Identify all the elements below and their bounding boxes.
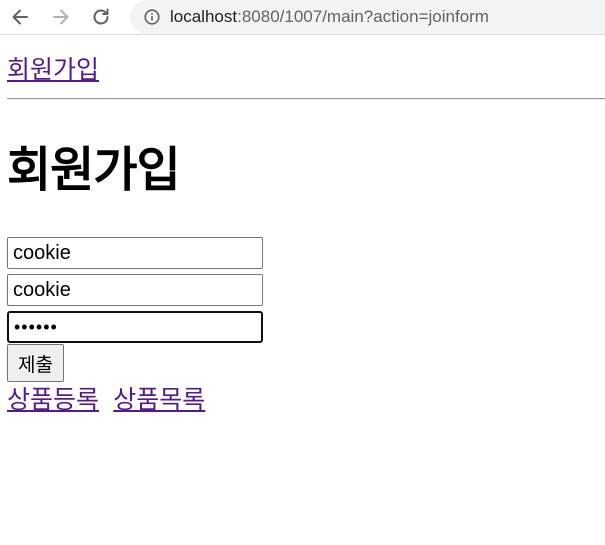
product-list-link[interactable]: 상품목록 [113,385,205,414]
product-links: 상품등록 상품목록 [7,381,205,420]
password-field[interactable] [7,311,263,343]
page-title: 회원가입 [7,142,181,198]
url-text[interactable]: localhost:8080/1007/main?action=joinform [170,7,489,27]
id-field[interactable] [7,237,263,269]
back-button[interactable] [7,4,33,30]
submit-button[interactable]: 제출 [7,344,64,382]
info-icon[interactable] [144,9,160,25]
arrow-right-icon [53,9,69,25]
reload-button[interactable] [88,4,114,30]
forward-button[interactable] [48,4,74,30]
join-link[interactable]: 회원가입 [7,51,99,89]
name-field[interactable] [7,274,263,306]
address-bar[interactable]: localhost:8080/1007/main?action=joinform [130,0,605,34]
reload-icon [93,8,109,25]
url-path: :8080/1007/main?action=joinform [237,7,489,26]
divider [7,98,605,100]
product-register-link[interactable]: 상품등록 [7,385,99,414]
arrow-left-icon [12,9,28,25]
browser-toolbar: localhost:8080/1007/main?action=joinform [0,0,605,35]
url-host: localhost [170,7,238,26]
